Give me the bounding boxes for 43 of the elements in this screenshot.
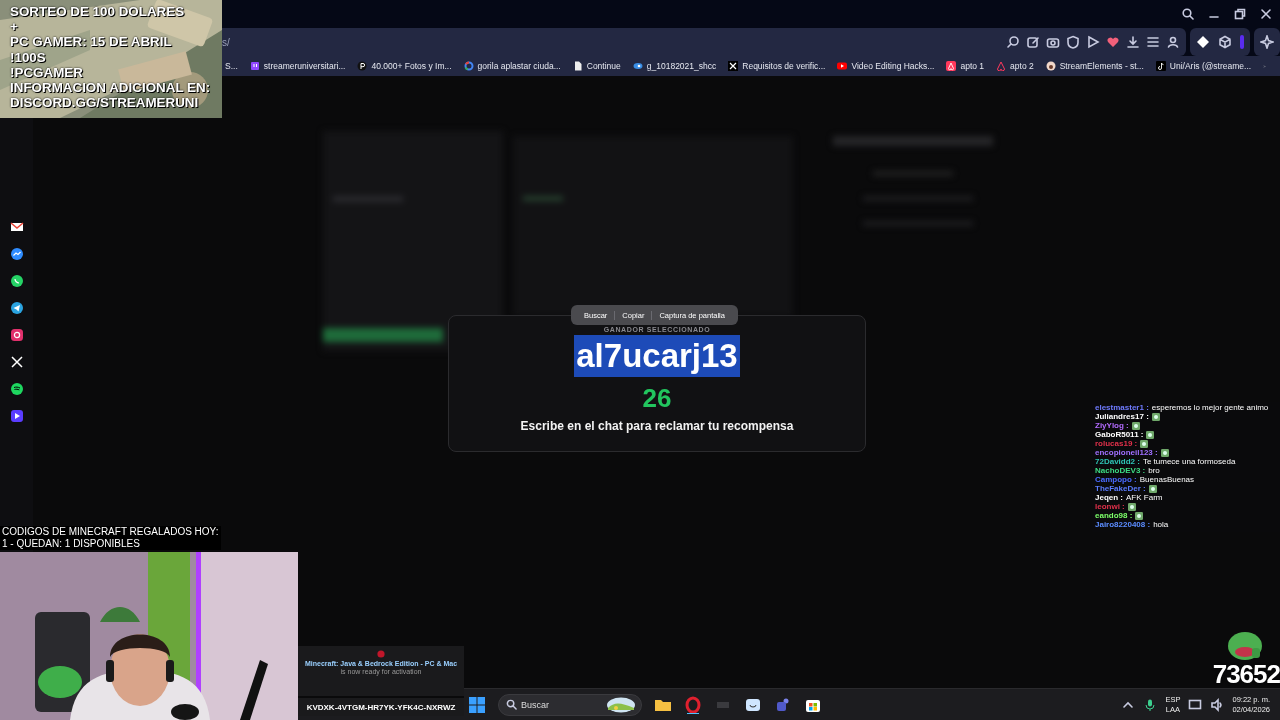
counter-text: 73652: [1212, 660, 1280, 688]
chat-message: AFK Farm: [1126, 493, 1163, 502]
chat-message: bro: [1148, 466, 1160, 475]
chat-username: Jeqen :: [1095, 493, 1123, 502]
bookmark[interactable]: streameruniversitari...: [249, 61, 346, 71]
chat-message: esperemos lo mejor gente animo: [1151, 403, 1269, 412]
overlay-text: !PCGAMER: [10, 64, 84, 80]
chat-message: BuenasBuenas: [1139, 475, 1195, 484]
chat-username: NachoDEV3 :: [1095, 466, 1146, 475]
chat-username: TheFakeDer :: [1095, 484, 1146, 493]
chat-message: Te tumece una formoseda: [1142, 457, 1236, 466]
bookmark[interactable]: Continue: [572, 61, 621, 71]
bookmark[interactable]: 40.000+ Fotos y Im...: [357, 61, 452, 71]
bookmark[interactable]: apto 1: [946, 61, 985, 71]
overlay-text: CODIGOS DE MINECRAFT REGALADOS HOY:: [2, 526, 219, 538]
chat-username: rolucas19 :: [1095, 439, 1138, 448]
overlay-text: INFORMACION ADICIONAL EN:: [10, 80, 211, 96]
bookmark[interactable]: gorila aplastar ciuda...: [463, 61, 561, 71]
bookmark[interactable]: Video Editing Hacks...: [837, 61, 935, 71]
overlay-text: 1 - QUEDAN: 1 DISPONIBLES: [2, 538, 141, 550]
bookmark[interactable]: Requisitos de verific...: [728, 61, 826, 71]
bookmark[interactable]: apto 2: [996, 61, 1034, 71]
overlay-text: PC GAMER: 15 DE ABRIL: [10, 34, 173, 50]
chat-username: Juliandres17 :: [1095, 412, 1149, 421]
countdown-number: 26: [642, 383, 672, 413]
chat-username: ZiyYlog :: [1095, 421, 1129, 430]
bookmark[interactable]: S...: [225, 61, 238, 71]
chat-message: hola: [1153, 520, 1169, 529]
chat-username: encopioneil123 :: [1095, 448, 1158, 457]
winner-name: al7ucarj13: [574, 335, 740, 377]
chat-username: Campopo :: [1095, 475, 1137, 484]
overlay-text: DISCORD.GG/STREAMERUNI: [10, 95, 200, 111]
chat-username: Jairo8220408 :: [1095, 520, 1151, 529]
bookmark[interactable]: StreamElements - st...: [1045, 61, 1144, 71]
chat-username: leonwi :: [1095, 502, 1125, 511]
chat-username: elestmaster1 :: [1095, 403, 1149, 412]
chat-username: 72Davidd2 :: [1095, 457, 1140, 466]
chat-username: eando98 :: [1095, 511, 1133, 520]
bookmark[interactable]: g_10182021_shcc: [632, 61, 717, 71]
overlay-text: SORTEO DE 100 DOLARES: [10, 4, 186, 20]
bookmark[interactable]: Uni/Aris (@streame...: [1155, 61, 1252, 71]
chat-username: GaboR5011 :: [1095, 430, 1144, 439]
claim-message: Escribe en el chat para reclamar tu recompensa: [520, 419, 794, 433]
